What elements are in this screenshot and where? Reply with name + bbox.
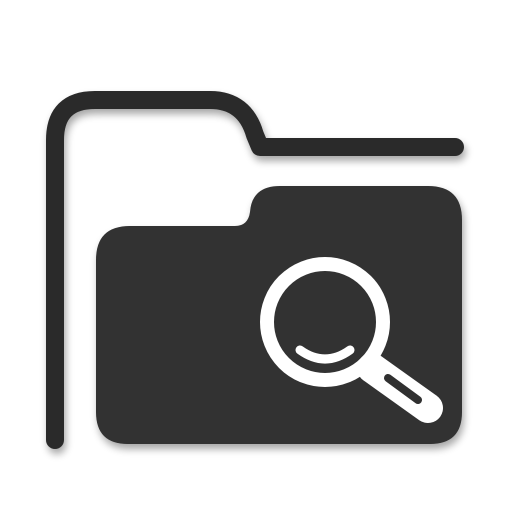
icon-canvas bbox=[0, 0, 512, 512]
folder-search-icon bbox=[46, 91, 464, 449]
